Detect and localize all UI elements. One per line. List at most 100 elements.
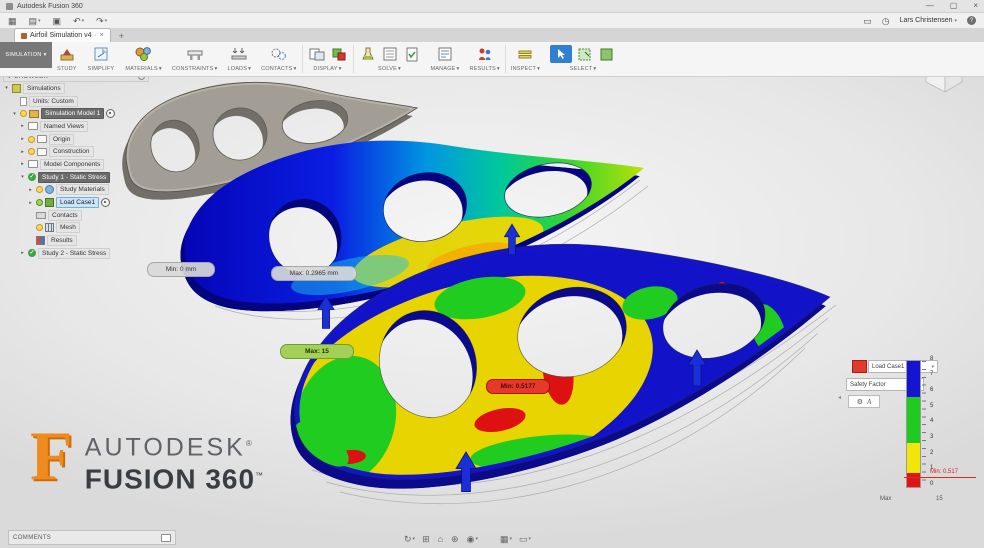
- ribbon-group-manage[interactable]: MANAGE▾: [426, 42, 465, 76]
- solve-icon[interactable]: [359, 45, 377, 63]
- contacts-icon[interactable]: [269, 45, 289, 63]
- display-settings-icon[interactable]: ▦▾: [500, 533, 512, 545]
- caret-icon[interactable]: ▸: [19, 136, 26, 142]
- tree-item-study-2[interactable]: ▸ ✓ Study 2 - Static Stress: [19, 247, 193, 260]
- load-case-dropdown[interactable]: Load Case1▾: [868, 360, 938, 373]
- legend-ruler: [922, 361, 926, 487]
- maximize-button[interactable]: ▢: [950, 1, 958, 11]
- close-button[interactable]: ×: [973, 1, 978, 11]
- tree-item-study-1[interactable]: ▾ ✓ Study 1 - Static Stress: [19, 171, 193, 184]
- ribbon-group-contacts[interactable]: CONTACTS▾: [256, 42, 301, 76]
- file-menu-icon[interactable]: ▤▾: [29, 15, 41, 27]
- results-icon[interactable]: [475, 45, 495, 63]
- tree-item-origin[interactable]: ▸ Origin: [19, 133, 193, 146]
- ribbon-group-solve[interactable]: SOLVE▾: [354, 42, 426, 76]
- tree-item-named-views[interactable]: ▸ Named Views: [19, 120, 193, 133]
- inspect-icon[interactable]: [516, 45, 534, 63]
- look-at-tool-icon[interactable]: ◉▾: [467, 533, 478, 545]
- display-compare-icon[interactable]: [308, 45, 326, 63]
- window-select-icon[interactable]: [576, 45, 594, 63]
- display-results-icon[interactable]: [330, 45, 348, 63]
- tree-item-load-case-1[interactable]: ▸ Load Case1: [27, 196, 193, 209]
- freeform-select-icon[interactable]: [598, 45, 616, 63]
- tree-item-model-components[interactable]: ▸ Model Components: [19, 158, 193, 171]
- manage-icon[interactable]: [436, 45, 454, 63]
- tree-item-construction[interactable]: ▸ Construction: [19, 145, 193, 158]
- safety-max-label: Max: 15: [280, 344, 354, 359]
- caret-icon[interactable]: ▸: [19, 149, 26, 155]
- orbit-tool-icon[interactable]: ↻▾: [404, 533, 415, 545]
- help-icon[interactable]: ?: [967, 16, 976, 25]
- legend-options[interactable]: ⚙ A: [848, 395, 880, 408]
- visibility-bulb-icon[interactable]: [36, 186, 43, 193]
- caret-icon[interactable]: ▾: [3, 85, 10, 91]
- ribbon-group-simplify[interactable]: SIMPLIFY: [83, 42, 121, 76]
- tab-close-icon[interactable]: ×: [100, 32, 104, 39]
- caret-icon[interactable]: ▾: [19, 174, 26, 180]
- materials-icon[interactable]: [134, 45, 154, 63]
- simplify-icon[interactable]: [92, 45, 110, 63]
- tree-item-contacts[interactable]: Contacts: [27, 209, 193, 222]
- ribbon-group-study[interactable]: STUDY: [52, 42, 83, 76]
- data-panel-grid-icon[interactable]: ▦: [8, 15, 17, 27]
- ribbon-group-inspect[interactable]: INSPECT▾: [506, 42, 545, 76]
- minimize-button[interactable]: —: [926, 1, 934, 11]
- tree-item-study-materials[interactable]: ▸ Study Materials: [27, 184, 193, 197]
- select-tool-active[interactable]: [550, 45, 572, 63]
- user-menu[interactable]: Lars Christensen ▾: [900, 17, 957, 24]
- chevron-down-icon: ▾: [105, 15, 108, 27]
- tree-item-units[interactable]: Units: Custom: [11, 95, 193, 108]
- solve-details-icon[interactable]: [381, 45, 399, 63]
- visibility-bulb-icon[interactable]: [28, 148, 35, 155]
- study-icon[interactable]: [58, 45, 76, 63]
- caret-icon[interactable]: ▸: [27, 187, 34, 193]
- feedback-icon[interactable]: ▭: [863, 15, 872, 27]
- loads-icon[interactable]: [229, 45, 249, 63]
- comment-bubble-icon[interactable]: [161, 534, 171, 542]
- comments-bar[interactable]: COMMENTS: [8, 530, 176, 545]
- save-icon[interactable]: ▣: [53, 15, 62, 27]
- new-tab-button[interactable]: +: [119, 30, 124, 42]
- document-tab[interactable]: Airfoil Simulation v4 ◦ ×: [14, 28, 111, 42]
- caret-icon[interactable]: ▸: [19, 123, 26, 129]
- visibility-bulb-icon[interactable]: [36, 199, 43, 206]
- caret-icon[interactable]: ▸: [19, 161, 26, 167]
- constraints-icon[interactable]: [185, 45, 205, 63]
- gear-icon[interactable]: ⚙: [857, 398, 863, 406]
- fit-tool-icon[interactable]: ⌂: [438, 533, 444, 545]
- zoom-tool-icon[interactable]: ⊕: [451, 533, 460, 545]
- tree-item-results[interactable]: Results: [27, 234, 193, 247]
- ribbon-toolbar: SIMULATION▾ STUDY SIMPLIFY MATERIALS▾ CO…: [0, 42, 984, 77]
- ribbon-group-loads[interactable]: LOADS▾: [222, 42, 256, 76]
- ribbon-group-constraints[interactable]: CONSTRAINTS▾: [167, 42, 223, 76]
- workspace-selector[interactable]: SIMULATION▾: [0, 42, 52, 68]
- document-tab-label: Airfoil Simulation v4: [30, 32, 91, 39]
- pan-tool-icon[interactable]: ⊞: [422, 533, 431, 545]
- chevron-down-icon: ▾: [954, 18, 957, 24]
- activate-icon[interactable]: [106, 109, 115, 118]
- tree-item-simulations[interactable]: ▾ Simulations: [3, 82, 193, 95]
- probe-icon[interactable]: A: [867, 398, 871, 406]
- ribbon-group-materials[interactable]: MATERIALS▾: [120, 42, 167, 76]
- ribbon-group-display[interactable]: DISPLAY▾: [303, 42, 353, 76]
- activate-icon[interactable]: [101, 198, 110, 207]
- ribbon-group-select[interactable]: SELECT▾: [545, 42, 621, 76]
- legend-footer-value[interactable]: 15: [936, 496, 943, 502]
- visibility-bulb-icon[interactable]: [20, 110, 27, 117]
- legend-collapse-icon[interactable]: ◂: [838, 394, 841, 401]
- caret-icon[interactable]: ▾: [11, 111, 18, 117]
- grid-settings-icon[interactable]: ▭▾: [519, 533, 531, 545]
- visibility-bulb-icon[interactable]: [28, 136, 35, 143]
- ribbon-group-results[interactable]: RESULTS▾: [465, 42, 505, 76]
- caret-icon[interactable]: ▸: [27, 200, 34, 206]
- redo-icon[interactable]: ↷▾: [96, 15, 107, 27]
- tree-item-simulation-model-1[interactable]: ▾ Simulation Model 1: [11, 107, 193, 120]
- visibility-bulb-icon[interactable]: [36, 224, 43, 231]
- job-status-icon[interactable]: ◷: [882, 15, 890, 27]
- precheck-icon[interactable]: [403, 45, 421, 63]
- caret-icon[interactable]: ▸: [19, 250, 26, 256]
- tree-item-mesh[interactable]: Mesh: [27, 222, 193, 235]
- undo-icon[interactable]: ↶▾: [73, 15, 84, 27]
- legend-segment-fail: [907, 473, 920, 487]
- legend-tick: 3: [930, 434, 944, 440]
